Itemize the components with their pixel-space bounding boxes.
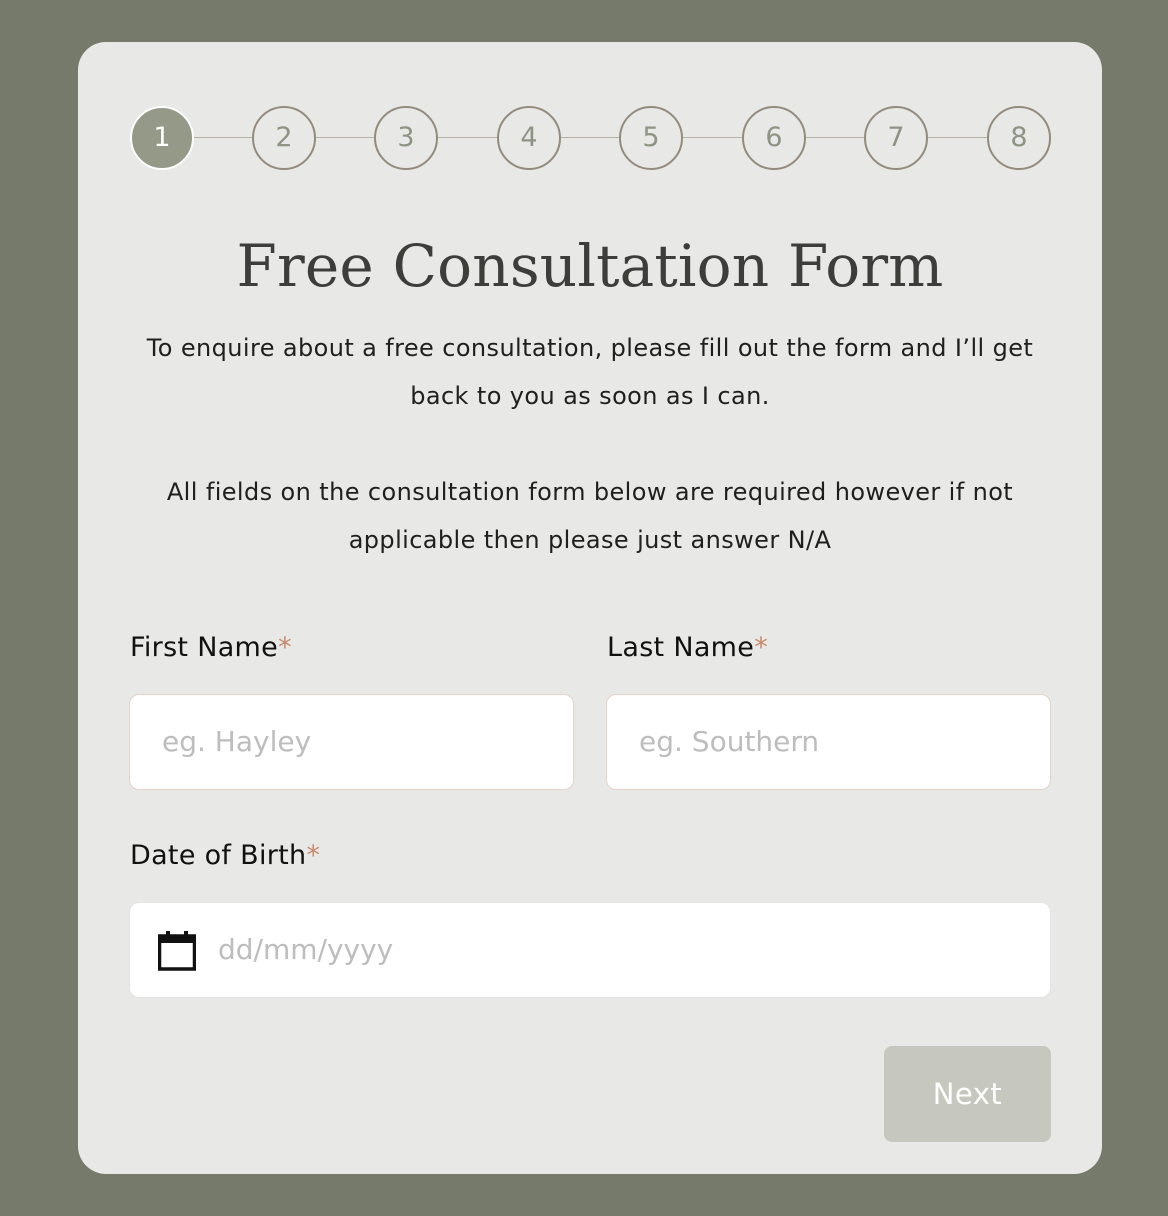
form-stepper: 1 2 3 4 5 6 7 8 xyxy=(130,106,1051,170)
required-asterisk: * xyxy=(754,632,768,663)
consultation-form-card: 1 2 3 4 5 6 7 8 Free Consultation Form T… xyxy=(78,42,1102,1174)
step-8[interactable]: 8 xyxy=(987,106,1051,170)
last-name-placeholder: eg. Southern xyxy=(639,725,820,758)
first-name-label: First Name* xyxy=(130,632,292,663)
calendar-icon[interactable] xyxy=(158,931,196,971)
form-title: Free Consultation Form xyxy=(236,232,944,300)
required-asterisk: * xyxy=(278,632,292,663)
step-6[interactable]: 6 xyxy=(742,106,806,170)
dob-input[interactable]: dd/mm/yyyy xyxy=(129,902,1051,998)
dob-label: Date of Birth* xyxy=(130,840,320,871)
first-name-placeholder: eg. Hayley xyxy=(162,725,312,758)
required-asterisk: * xyxy=(306,840,321,871)
step-4[interactable]: 4 xyxy=(497,106,561,170)
step-2[interactable]: 2 xyxy=(252,106,316,170)
last-name-label-text: Last Name xyxy=(607,632,755,663)
last-name-input[interactable]: eg. Southern xyxy=(606,694,1051,790)
dob-label-text: Date of Birth xyxy=(130,840,307,871)
first-name-label-text: First Name xyxy=(130,632,279,663)
step-7[interactable]: 7 xyxy=(864,106,928,170)
next-button[interactable]: Next xyxy=(884,1046,1051,1142)
dob-placeholder: dd/mm/yyyy xyxy=(218,933,394,966)
last-name-label: Last Name* xyxy=(607,632,768,663)
intro-text: To enquire about a free consultation, pl… xyxy=(146,334,1034,410)
required-fields-note: All fields on the consultation form belo… xyxy=(166,478,1014,554)
first-name-input[interactable]: eg. Hayley xyxy=(129,694,574,790)
step-5[interactable]: 5 xyxy=(619,106,683,170)
step-3[interactable]: 3 xyxy=(374,106,438,170)
step-1[interactable]: 1 xyxy=(130,106,194,170)
